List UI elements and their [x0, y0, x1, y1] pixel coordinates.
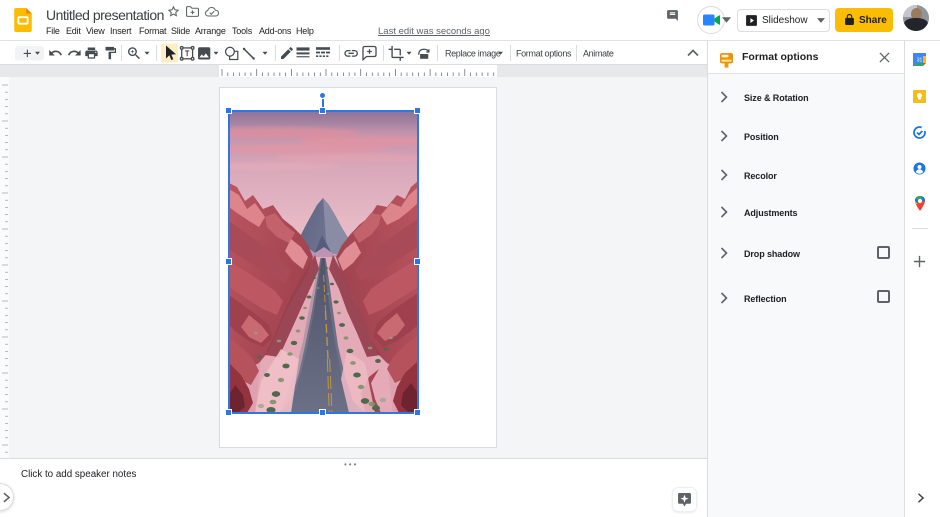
- svg-text:Animate: Animate: [583, 48, 614, 58]
- svg-text:31: 31: [917, 57, 923, 63]
- svg-text:Format options: Format options: [516, 48, 572, 58]
- svg-text:Replace image: Replace image: [445, 48, 501, 58]
